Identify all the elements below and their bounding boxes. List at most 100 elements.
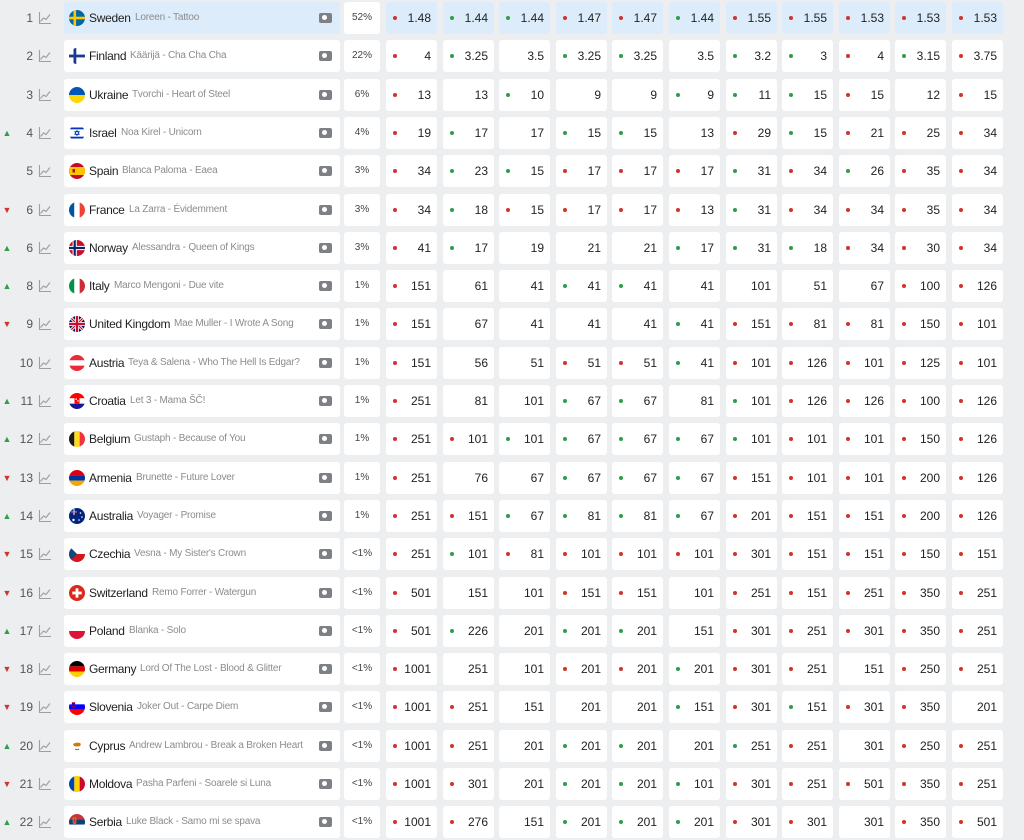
- odds-cell[interactable]: 251: [952, 577, 1003, 609]
- video-icon[interactable]: [319, 817, 332, 827]
- odds-cell[interactable]: 150: [895, 423, 946, 455]
- video-icon[interactable]: [319, 90, 332, 100]
- odds-cell[interactable]: 17: [669, 155, 720, 187]
- odds-cell[interactable]: 67: [556, 423, 607, 455]
- odds-cell[interactable]: 29: [726, 117, 777, 149]
- chart-icon[interactable]: [38, 317, 52, 331]
- odds-cell[interactable]: 35: [895, 155, 946, 187]
- odds-cell[interactable]: 1.44: [669, 2, 720, 34]
- odds-cell[interactable]: 226: [443, 615, 494, 647]
- odds-cell[interactable]: 200: [895, 500, 946, 532]
- odds-cell[interactable]: 151: [726, 308, 777, 340]
- odds-cell[interactable]: 1.47: [556, 2, 607, 34]
- video-icon[interactable]: [319, 13, 332, 23]
- odds-cell[interactable]: 201: [556, 768, 607, 800]
- odds-cell[interactable]: 15: [499, 194, 550, 226]
- odds-cell[interactable]: 126: [839, 385, 890, 417]
- entry-cell[interactable]: Slovenia Joker Out - Carpe Diem: [64, 691, 340, 723]
- entry-cell[interactable]: Ukraine Tvorchi - Heart of Steel: [64, 79, 340, 111]
- entry-cell[interactable]: Armenia Brunette - Future Lover: [64, 462, 340, 494]
- entry-cell[interactable]: Austria Teya & Salena - Who The Hell Is E…: [64, 347, 340, 379]
- odds-cell[interactable]: 17: [612, 194, 663, 226]
- odds-cell[interactable]: 301: [726, 768, 777, 800]
- odds-cell[interactable]: 3.25: [612, 40, 663, 72]
- odds-cell[interactable]: 150: [895, 538, 946, 570]
- odds-cell[interactable]: 251: [386, 538, 437, 570]
- odds-cell[interactable]: 67: [839, 270, 890, 302]
- entry-cell[interactable]: Germany Lord Of The Lost - Blood & Glitte…: [64, 653, 340, 685]
- odds-cell[interactable]: 15: [556, 117, 607, 149]
- odds-cell[interactable]: 250: [895, 730, 946, 762]
- odds-cell[interactable]: 41: [499, 308, 550, 340]
- odds-cell[interactable]: 501: [952, 806, 1003, 838]
- odds-cell[interactable]: 41: [499, 270, 550, 302]
- odds-cell[interactable]: 101: [726, 347, 777, 379]
- odds-cell[interactable]: 101: [952, 347, 1003, 379]
- odds-cell[interactable]: 201: [612, 615, 663, 647]
- odds-cell[interactable]: 1.48: [386, 2, 437, 34]
- chart-icon[interactable]: [38, 700, 52, 714]
- odds-cell[interactable]: 67: [443, 308, 494, 340]
- video-icon[interactable]: [319, 588, 332, 598]
- odds-cell[interactable]: 251: [726, 730, 777, 762]
- odds-cell[interactable]: 9: [612, 79, 663, 111]
- chart-icon[interactable]: [38, 777, 52, 791]
- video-icon[interactable]: [319, 702, 332, 712]
- odds-cell[interactable]: 67: [612, 385, 663, 417]
- odds-cell[interactable]: 76: [443, 462, 494, 494]
- odds-cell[interactable]: 1.53: [895, 2, 946, 34]
- chart-icon[interactable]: [38, 164, 52, 178]
- odds-cell[interactable]: 81: [499, 538, 550, 570]
- odds-cell[interactable]: 101: [952, 308, 1003, 340]
- odds-cell[interactable]: 67: [612, 462, 663, 494]
- entry-cell[interactable]: Poland Blanka - Solo: [64, 615, 340, 647]
- odds-cell[interactable]: 200: [895, 462, 946, 494]
- chart-icon[interactable]: [38, 432, 52, 446]
- odds-cell[interactable]: 301: [839, 806, 890, 838]
- odds-cell[interactable]: 17: [443, 117, 494, 149]
- odds-cell[interactable]: 201: [612, 806, 663, 838]
- odds-cell[interactable]: 301: [726, 538, 777, 570]
- odds-cell[interactable]: 1001: [386, 653, 437, 685]
- video-icon[interactable]: [319, 243, 332, 253]
- odds-cell[interactable]: 101: [782, 462, 833, 494]
- entry-cell[interactable]: Spain Blanca Paloma - Eaea: [64, 155, 340, 187]
- odds-cell[interactable]: 251: [952, 615, 1003, 647]
- chart-icon[interactable]: [38, 471, 52, 485]
- odds-cell[interactable]: 3.2: [726, 40, 777, 72]
- chart-icon[interactable]: [38, 126, 52, 140]
- odds-cell[interactable]: 67: [669, 462, 720, 494]
- odds-cell[interactable]: 1001: [386, 730, 437, 762]
- odds-cell[interactable]: 201: [612, 653, 663, 685]
- odds-cell[interactable]: 3: [782, 40, 833, 72]
- entry-cell[interactable]: Sweden Loreen - Tattoo: [64, 2, 340, 34]
- odds-cell[interactable]: 1.44: [443, 2, 494, 34]
- odds-cell[interactable]: 201: [556, 653, 607, 685]
- odds-cell[interactable]: 1.47: [612, 2, 663, 34]
- odds-cell[interactable]: 101: [669, 768, 720, 800]
- odds-cell[interactable]: 201: [556, 730, 607, 762]
- odds-cell[interactable]: 1.44: [499, 2, 550, 34]
- chart-icon[interactable]: [38, 509, 52, 523]
- video-icon[interactable]: [319, 549, 332, 559]
- odds-cell[interactable]: 31: [726, 155, 777, 187]
- odds-cell[interactable]: 4: [839, 40, 890, 72]
- odds-cell[interactable]: 101: [443, 423, 494, 455]
- entry-cell[interactable]: Belgium Gustaph - Because of You: [64, 423, 340, 455]
- odds-cell[interactable]: 101: [839, 347, 890, 379]
- odds-cell[interactable]: 51: [499, 347, 550, 379]
- odds-cell[interactable]: 15: [782, 79, 833, 111]
- odds-cell[interactable]: 34: [386, 155, 437, 187]
- odds-cell[interactable]: 251: [386, 500, 437, 532]
- odds-cell[interactable]: 41: [669, 347, 720, 379]
- entry-cell[interactable]: Moldova Pasha Parfeni - Soarele si Luna: [64, 768, 340, 800]
- odds-cell[interactable]: 301: [726, 615, 777, 647]
- odds-cell[interactable]: 81: [443, 385, 494, 417]
- odds-cell[interactable]: 101: [839, 462, 890, 494]
- odds-cell[interactable]: 350: [895, 577, 946, 609]
- odds-cell[interactable]: 126: [952, 270, 1003, 302]
- video-icon[interactable]: [319, 166, 332, 176]
- odds-cell[interactable]: 1.53: [952, 2, 1003, 34]
- odds-cell[interactable]: 126: [782, 347, 833, 379]
- odds-cell[interactable]: 151: [726, 462, 777, 494]
